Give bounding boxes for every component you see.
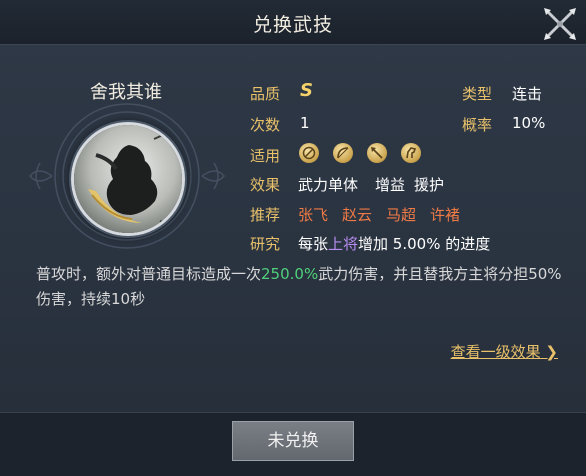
dialog-title: 兑换武技 [252, 14, 333, 36]
horse-icon [401, 143, 421, 163]
view-level-one-effect-link[interactable]: 查看一级效果 ❯ [451, 341, 558, 362]
skill-description: 普攻时，额外对普通目标造成一次250.0%武力伤害，并且替我方主将分担50%伤害… [36, 262, 566, 312]
effect-value-buff: 增益 [375, 176, 406, 194]
research-suffix: 增加 5.00% 的进度 [358, 235, 491, 253]
recommend-general-machao: 马超 [386, 206, 417, 224]
recommend-general-xuchu: 许褚 [430, 206, 461, 224]
title-bar: 兑换武技 [0, 0, 586, 45]
recommend-label: 推荐 [250, 206, 281, 224]
research-label: 研究 [250, 235, 281, 253]
unredeemed-button[interactable]: 未兑换 [232, 421, 354, 461]
recommend-general-zhangfei: 张飞 [298, 206, 329, 224]
quality-label: 品质 [250, 85, 281, 103]
close-icon[interactable] [540, 4, 580, 44]
research-prefix: 每张 [298, 235, 329, 253]
quality-value: S [300, 80, 313, 101]
shield-icon [299, 143, 319, 163]
chance-value: 10% [512, 114, 546, 132]
recommend-general-zhaoyun: 赵云 [342, 206, 373, 224]
type-value: 连击 [512, 85, 543, 103]
bow-icon [333, 143, 353, 163]
skill-name: 舍我其谁 [90, 82, 162, 103]
skill-portrait [71, 122, 185, 236]
research-text: 每张上将增加 5.00% 的进度 [298, 233, 490, 254]
view-level-one-effect-label: 查看一级效果 [450, 343, 541, 361]
chance-label: 概率 [462, 116, 493, 134]
exchange-skill-dialog: 兑换武技 舍我其谁 品质 S 次数 1 适用 效果 武力单体 增益 援护 推荐 … [0, 0, 586, 476]
count-label: 次数 [250, 116, 281, 134]
spear-icon [367, 143, 387, 163]
applies-label: 适用 [250, 147, 281, 165]
chevron-right-icon: ❯ [540, 343, 558, 361]
description-part1: 普攻时，额外对普通目标造成一次 [36, 265, 262, 283]
count-value: 1 [300, 114, 310, 132]
research-highlight: 上将 [328, 235, 359, 253]
effect-label: 效果 [250, 176, 281, 194]
description-highlight: 250.0% [261, 265, 319, 283]
type-label: 类型 [462, 85, 493, 103]
effect-value-support: 援护 [414, 176, 445, 194]
effect-value-single: 武力单体 [298, 176, 359, 194]
